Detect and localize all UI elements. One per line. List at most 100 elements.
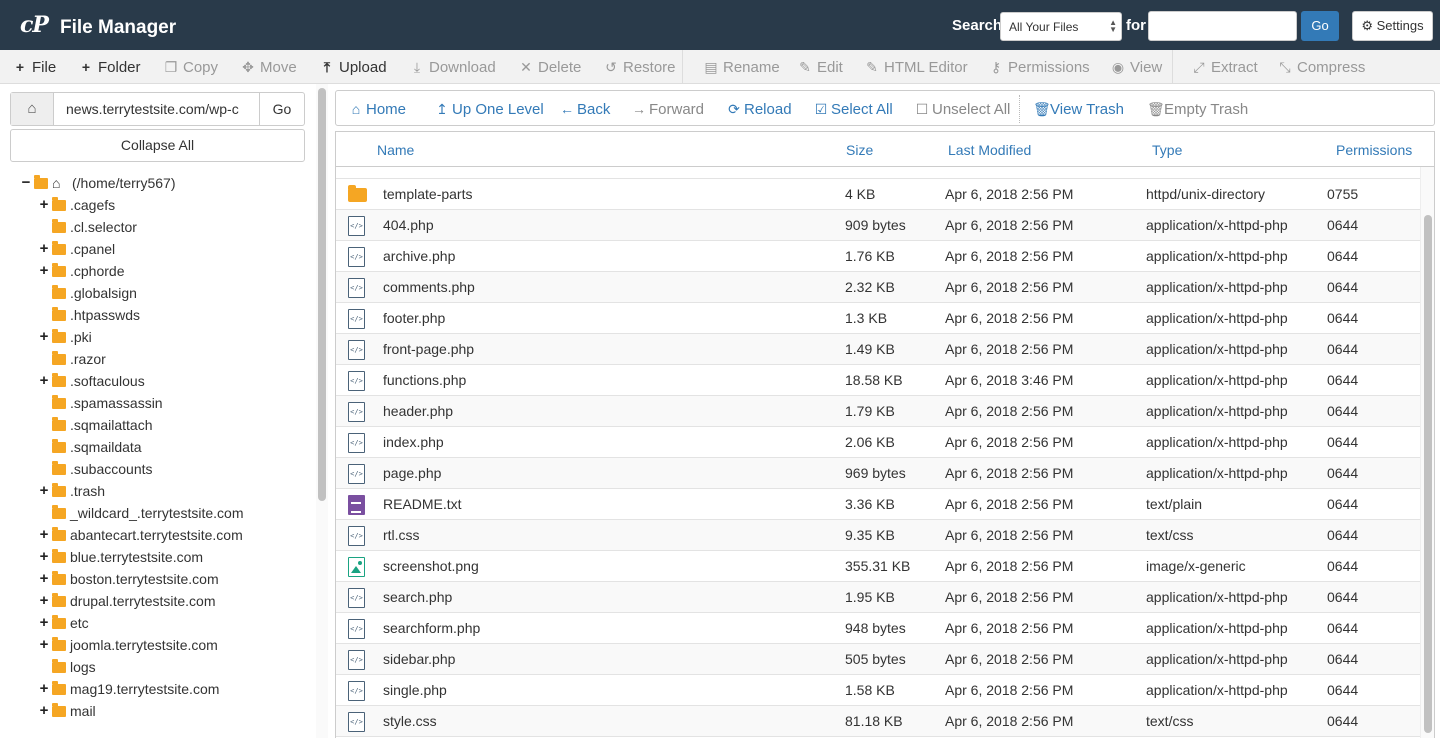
tree-item[interactable]: .globalsign	[20, 282, 310, 304]
expand-icon[interactable]: +	[38, 568, 50, 590]
path-go-button[interactable]: Go	[259, 93, 304, 125]
expand-icon[interactable]: +	[38, 700, 50, 722]
expand-icon[interactable]: +	[38, 546, 50, 568]
table-row[interactable]: index.php 2.06 KB Apr 6, 2018 2:56 PM appli…	[336, 427, 1420, 458]
tree-item[interactable]: .subaccounts	[20, 458, 310, 480]
search-go-button[interactable]: Go	[1301, 11, 1339, 41]
tree-item[interactable]: .htpasswds	[20, 304, 310, 326]
toolbar-file-button[interactable]: + File	[12, 58, 56, 77]
toolbar-download-button[interactable]: ⤓ Download	[409, 58, 496, 77]
tree-item[interactable]: + .cpanel	[20, 238, 310, 260]
nav-up-one-level-button[interactable]: ↥ Up One Level	[435, 100, 544, 119]
nav-reload-button[interactable]: ⟳ Reload	[727, 100, 791, 119]
tree-root[interactable]: − ⌂ (/home/terry567)	[20, 172, 310, 194]
expand-icon[interactable]: +	[38, 260, 50, 282]
tree-item[interactable]: + abantecart.terrytestsite.com	[20, 524, 310, 546]
nav-back-button[interactable]: ← Back	[560, 100, 610, 119]
toolbar-compress-button[interactable]: ⤡ Compress	[1277, 58, 1365, 77]
table-row[interactable]: search.php 1.95 KB Apr 6, 2018 2:56 PM appl…	[336, 582, 1420, 613]
left-scrollbar[interactable]	[316, 84, 328, 738]
toolbar-folder-button[interactable]: + Folder	[78, 58, 141, 77]
table-row[interactable]: footer.php 1.3 KB Apr 6, 2018 2:56 PM appli…	[336, 303, 1420, 334]
expand-icon[interactable]: +	[38, 590, 50, 612]
collapse-icon[interactable]: −	[20, 172, 32, 194]
table-scrollbar[interactable]	[1420, 167, 1434, 738]
column-header-size[interactable]: Size	[846, 142, 873, 158]
tree-item[interactable]: + mag19.terrytestsite.com	[20, 678, 310, 700]
table-row[interactable]: functions.php 18.58 KB Apr 6, 2018 3:46 PM…	[336, 365, 1420, 396]
expand-icon[interactable]: +	[38, 326, 50, 348]
expand-icon[interactable]: +	[38, 678, 50, 700]
tree-item[interactable]: .sqmailattach	[20, 414, 310, 436]
nav-forward-button[interactable]: → Forward	[632, 100, 704, 119]
expand-icon[interactable]: +	[38, 524, 50, 546]
tree-item[interactable]: logs	[20, 656, 310, 678]
nav-view-trash-button[interactable]: 🗑View Trash	[1033, 100, 1124, 119]
table-row[interactable]: 404.php 909 bytes Apr 6, 2018 2:56 PM appli…	[336, 210, 1420, 241]
search-input[interactable]	[1148, 11, 1297, 41]
toolbar-restore-button[interactable]: ↺ Restore	[603, 58, 675, 77]
table-row[interactable]: single.php 1.58 KB Apr 6, 2018 2:56 PM appl…	[336, 675, 1420, 706]
cpanel-logo[interactable]: cP	[20, 13, 49, 37]
tree-item[interactable]: .sqmaildata	[20, 436, 310, 458]
search-scope-select[interactable]: All Your Files ▲ ▼	[1000, 12, 1122, 41]
toolbar-edit-button[interactable]: ✎ Edit	[797, 58, 843, 77]
table-row[interactable]: header.php 1.79 KB Apr 6, 2018 2:56 PM appl…	[336, 396, 1420, 427]
table-row[interactable]: comments.php 2.32 KB Apr 6, 2018 2:56 PM ap…	[336, 272, 1420, 303]
tree-item[interactable]: + .trash	[20, 480, 310, 502]
path-home-button[interactable]: ⌂	[11, 93, 54, 125]
settings-button[interactable]: ⚙ Settings	[1352, 11, 1433, 41]
toolbar-upload-button[interactable]: ⤒ Upload	[319, 58, 387, 77]
table-row[interactable]: template-parts 4 KB Apr 6, 2018 2:56 PM htt…	[336, 179, 1420, 210]
expand-icon[interactable]: +	[38, 634, 50, 656]
toolbar-rename-button[interactable]: ▤ Rename	[703, 58, 779, 77]
toolbar-copy-button[interactable]: ❐ Copy	[163, 58, 218, 77]
table-row[interactable]: rtl.css 9.35 KB Apr 6, 2018 2:56 PM text/cs…	[336, 520, 1420, 551]
toolbar-html-editor-button[interactable]: ✎ HTML Editor	[864, 58, 968, 77]
nav-select-all-button[interactable]: ☑ Select All	[814, 100, 893, 119]
toolbar-delete-button[interactable]: ✕ Delete	[518, 58, 581, 77]
tree-item[interactable]: .razor	[20, 348, 310, 370]
nav-empty-trash-button[interactable]: 🗑Empty Trash	[1147, 100, 1248, 119]
tree-item[interactable]: + blue.terrytestsite.com	[20, 546, 310, 568]
nav-unselect-all-button[interactable]: ☐ Unselect All	[915, 100, 1011, 119]
collapse-all-button[interactable]: Collapse All	[10, 129, 305, 162]
column-header-permissions[interactable]: Permissions	[1336, 142, 1412, 158]
tree-item[interactable]: _wildcard_.terrytestsite.com	[20, 502, 310, 524]
toolbar-permissions-button[interactable]: ⚷ Permissions	[988, 58, 1090, 77]
tree-item[interactable]: + .cphorde	[20, 260, 310, 282]
column-header-type[interactable]: Type	[1152, 142, 1182, 158]
expand-icon[interactable]: +	[38, 194, 50, 216]
table-row[interactable]: front-page.php 1.49 KB Apr 6, 2018 2:56 PM…	[336, 334, 1420, 365]
column-header-last-modified[interactable]: Last Modified	[948, 142, 1031, 158]
tree-item[interactable]: .spamassassin	[20, 392, 310, 414]
table-row[interactable]: screenshot.png 355.31 KB Apr 6, 2018 2:56 …	[336, 551, 1420, 582]
tree-item[interactable]: + .cagefs	[20, 194, 310, 216]
tree-item[interactable]: + .pki	[20, 326, 310, 348]
table-scrollbar-thumb[interactable]	[1424, 215, 1432, 733]
table-row[interactable]: README.txt 3.36 KB Apr 6, 2018 2:56 PM text…	[336, 489, 1420, 520]
table-row[interactable]: page.php 969 bytes Apr 6, 2018 2:56 PM appl…	[336, 458, 1420, 489]
tree-item[interactable]: + joomla.terrytestsite.com	[20, 634, 310, 656]
tree-item[interactable]: + mail	[20, 700, 310, 722]
path-input[interactable]: news.terrytestsite.com/wp-c	[66, 101, 261, 117]
table-row[interactable]: archive.php 1.76 KB Apr 6, 2018 2:56 PM app…	[336, 241, 1420, 272]
expand-icon[interactable]: +	[38, 612, 50, 634]
tree-item[interactable]: + boston.terrytestsite.com	[20, 568, 310, 590]
toolbar-view-button[interactable]: ◉ View	[1110, 58, 1162, 77]
tree-item[interactable]: + etc	[20, 612, 310, 634]
nav-home-button[interactable]: ⌂ Home	[349, 100, 406, 119]
column-header-name[interactable]: Name	[377, 142, 414, 158]
left-scrollbar-thumb[interactable]	[318, 88, 326, 501]
tree-item[interactable]: .cl.selector	[20, 216, 310, 238]
expand-icon[interactable]: +	[38, 480, 50, 502]
toolbar-extract-button[interactable]: ⤢ Extract	[1191, 58, 1257, 77]
tree-item[interactable]: + drupal.terrytestsite.com	[20, 590, 310, 612]
table-row[interactable]: searchform.php 948 bytes Apr 6, 2018 2:56 …	[336, 613, 1420, 644]
toolbar-move-button[interactable]: ✥ Move	[240, 58, 297, 77]
tree-item[interactable]: + .softaculous	[20, 370, 310, 392]
table-row[interactable]: sidebar.php 505 bytes Apr 6, 2018 2:56 PM a…	[336, 644, 1420, 675]
table-row[interactable]: style.css 81.18 KB Apr 6, 2018 2:56 PM text…	[336, 706, 1420, 737]
expand-icon[interactable]: +	[38, 370, 50, 392]
expand-icon[interactable]: +	[38, 238, 50, 260]
